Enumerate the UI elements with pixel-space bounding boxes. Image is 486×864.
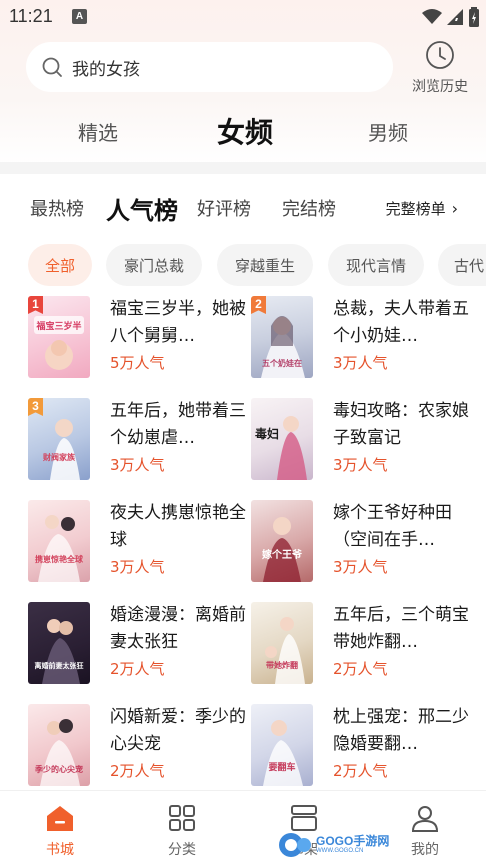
cover-title: 五个奶娃在: [262, 358, 302, 368]
book-item[interactable]: 带她炸翻 五年后，三个萌宝带她炸翻… 2万人气: [251, 602, 483, 688]
status-icons: [422, 7, 480, 27]
chip-all[interactable]: 全部: [28, 244, 92, 286]
book-popularity: 3万人气: [333, 456, 388, 474]
status-time: 11:21: [9, 6, 53, 26]
full-rank-label: 完整榜单: [385, 199, 446, 218]
book-item[interactable]: 离婚前妻太张狂 婚途漫漫：离婚前妻太张狂 2万人气: [28, 602, 260, 688]
battery-icon: [469, 7, 479, 27]
book-title: 婚途漫漫：离婚前妻太张狂: [110, 605, 246, 652]
book-item[interactable]: 嫁个王爷 嫁个王爷好种田（空间在手… 3万人气: [251, 500, 483, 586]
book-title: 毒妇攻略：农家娘子致富记: [333, 401, 469, 448]
cover-title: 嫁个王爷: [261, 548, 303, 561]
book-title: 五年后，三个萌宝带她炸翻…: [333, 605, 469, 652]
book-popularity: 2万人气: [110, 660, 165, 678]
book-item[interactable]: 福宝三岁半 1 福宝三岁半，她被八个舅舅… 5万人气: [28, 296, 260, 382]
book-popularity: 5万人气: [110, 354, 165, 372]
book-cover: 要翻车: [251, 704, 313, 786]
book-popularity: 2万人气: [333, 660, 388, 678]
book-cover: 季少的心尖宠: [28, 704, 90, 786]
chip-modern-romance[interactable]: 现代言情: [328, 244, 424, 286]
nav-label: 分类: [168, 842, 196, 858]
book-cover: 携崽惊艳全球: [28, 500, 90, 582]
book-item[interactable]: 要翻车 枕上强宠：邢二少隐婚要翻… 2万人气: [251, 704, 483, 790]
book-item[interactable]: 财阀家族 3 五年后，她带着三个幼崽虐… 3万人气: [28, 398, 260, 484]
channel-tabs: 精选 女频 男频: [0, 108, 486, 154]
bottom-nav: 书城 分类 书架 我的: [0, 790, 486, 864]
nav-category[interactable]: 分类: [142, 803, 222, 863]
book-item[interactable]: 五个奶娃在 2 总裁，夫人带着五个小奶娃… 3万人气: [251, 296, 483, 382]
watermark-logo: GOGO手游网 WWW.GOGO.CN: [278, 832, 404, 858]
book-title: 夜夫人携崽惊艳全球: [110, 503, 246, 550]
book-popularity: 3万人气: [110, 456, 165, 474]
book-item[interactable]: 季少的心尖宠 闪婚新爱：季少的心尖宠 2万人气: [28, 704, 260, 790]
search-icon: [40, 55, 64, 79]
notification-icon: A: [72, 9, 87, 24]
book-popularity: 3万人气: [110, 558, 165, 576]
tab-male[interactable]: 男频: [356, 108, 420, 154]
book-list: 福宝三岁半 1 福宝三岁半，她被八个舅舅… 5万人气 五个奶娃在 2 总裁，夫人…: [0, 296, 486, 786]
watermark-brand: GOGO手游网: [316, 834, 390, 848]
search-input[interactable]: 我的女孩: [26, 42, 393, 92]
cover-title: 离婚前妻太张狂: [35, 661, 84, 670]
tab-female[interactable]: 女频: [203, 108, 287, 154]
user-icon: [411, 806, 439, 832]
full-rank-link[interactable]: 完整榜单 ›: [386, 186, 458, 230]
book-popularity: 2万人气: [333, 762, 388, 780]
history-label: 浏览历史: [412, 79, 468, 95]
category-chips: 全部 豪门总裁 穿越重生 现代言情 古代: [28, 244, 486, 288]
tab-featured[interactable]: 精选: [66, 108, 130, 154]
book-item[interactable]: 毒妇 毒妇攻略：农家娘子致富记 3万人气: [251, 398, 483, 484]
grid-icon: [169, 805, 195, 831]
book-cover: 财阀家族 3: [28, 398, 90, 480]
book-title: 五年后，她带着三个幼崽虐…: [110, 401, 246, 448]
book-cover: 离婚前妻太张狂: [28, 602, 90, 684]
book-cover: 福宝三岁半 1: [28, 296, 90, 378]
book-title: 枕上强宠：邢二少隐婚要翻…: [333, 707, 469, 754]
section-divider: [0, 162, 486, 174]
chip-rich-ceo[interactable]: 豪门总裁: [106, 244, 202, 286]
rank-tabs: 最热榜 人气榜 好评榜 完结榜 完整榜单 ›: [0, 186, 486, 230]
wifi-icon: [422, 9, 442, 24]
book-popularity: 3万人气: [333, 354, 388, 372]
cover-title: 财阀家族: [42, 452, 76, 462]
watermark-url: WWW.GOGO.CN: [316, 848, 364, 854]
book-cover: 嫁个王爷: [251, 500, 313, 582]
cover-title: 携崽惊艳全球: [35, 554, 84, 564]
tab-top-rated[interactable]: 好评榜: [197, 186, 251, 230]
book-cover: 带她炸翻: [251, 602, 313, 684]
tab-hottest[interactable]: 最热榜: [30, 186, 84, 230]
book-cover: 五个奶娃在 2: [251, 296, 313, 378]
book-title: 总裁，夫人带着五个小奶娃…: [333, 299, 469, 346]
book-title: 嫁个王爷好种田（空间在手…: [333, 503, 452, 550]
cover-title: 毒妇: [255, 426, 279, 441]
book-title: 福宝三岁半，她被八个舅舅…: [110, 299, 246, 346]
search-query: 我的女孩: [72, 59, 140, 80]
watermark-badge-icon: [279, 833, 311, 857]
tab-popular[interactable]: 人气榜: [106, 186, 178, 230]
book-title: 闪婚新爱：季少的心尖宠: [110, 707, 246, 754]
cover-title: 要翻车: [268, 761, 295, 773]
home-icon: [47, 806, 73, 831]
clock-icon: [426, 41, 454, 69]
book-popularity: 2万人气: [110, 762, 165, 780]
tab-completed[interactable]: 完结榜: [282, 186, 336, 230]
nav-bookstore[interactable]: 书城: [20, 803, 100, 863]
chip-time-travel[interactable]: 穿越重生: [217, 244, 313, 286]
chip-ancient[interactable]: 古代: [438, 244, 486, 286]
book-item[interactable]: 携崽惊艳全球 夜夫人携崽惊艳全球 3万人气: [28, 500, 260, 586]
bookshelf-icon: [291, 805, 317, 831]
signal-icon: [447, 9, 463, 25]
status-bar: 11:21 A: [0, 0, 486, 34]
cover-title: 福宝三岁半: [35, 320, 81, 332]
nav-label: 书城: [46, 842, 74, 858]
cover-title: 季少的心尖宠: [34, 764, 83, 774]
book-popularity: 3万人气: [333, 558, 388, 576]
history-button[interactable]: 浏览历史: [404, 40, 476, 96]
cover-title: 带她炸翻: [266, 660, 298, 670]
chevron-right-icon: ›: [451, 198, 458, 218]
book-cover: 毒妇: [251, 398, 313, 480]
